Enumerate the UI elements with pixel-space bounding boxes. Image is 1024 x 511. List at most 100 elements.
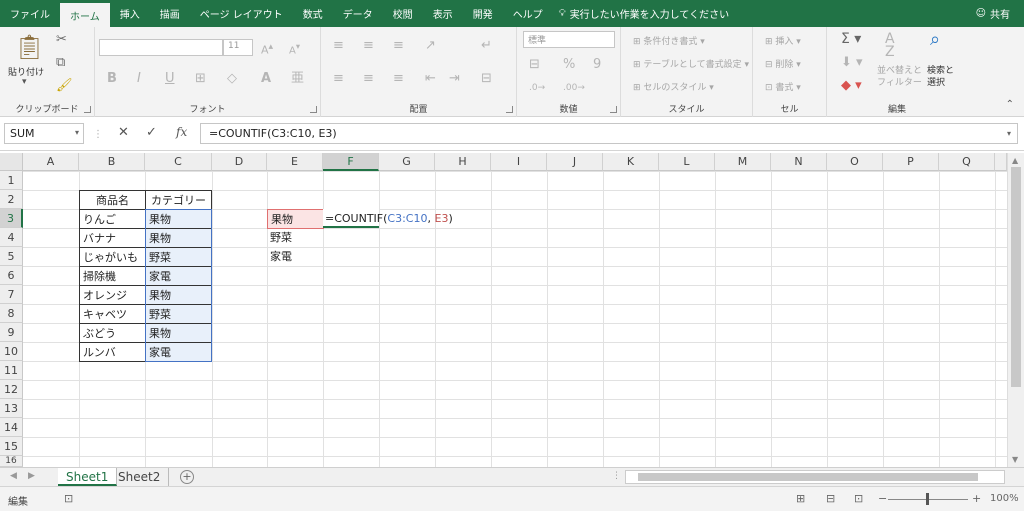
table-cell-category[interactable]: 果物 xyxy=(145,285,212,305)
formula-input[interactable]: =COUNTIF(C3:C10, E3) ▾ xyxy=(200,123,1018,144)
add-sheet-button[interactable]: + xyxy=(180,470,194,484)
row-header-2[interactable]: 2 xyxy=(0,190,23,209)
row-header-12[interactable]: 12 xyxy=(0,380,23,399)
clear-icon[interactable]: ◆ ▾ xyxy=(841,79,862,92)
row-header-4[interactable]: 4 xyxy=(0,228,23,247)
alignment-launcher-icon[interactable] xyxy=(506,106,513,113)
paste-icon[interactable]: 📋︎ xyxy=(14,35,44,59)
find-select-icon[interactable]: ⌕ xyxy=(930,31,940,49)
font-grow-icon[interactable]: A▴ xyxy=(261,40,273,57)
scroll-down-icon[interactable]: ▼ xyxy=(1012,455,1018,464)
name-box-dropdown-icon[interactable]: ▾ xyxy=(75,128,79,137)
merge-center-icon[interactable]: ⊟ xyxy=(481,72,492,85)
table-cell-product[interactable]: 掃除機 xyxy=(79,266,146,286)
row-header-16[interactable]: 16 xyxy=(0,456,23,467)
expand-formula-icon[interactable]: ▾ xyxy=(1007,129,1011,138)
column-header-o[interactable]: O xyxy=(827,153,883,171)
borders-icon[interactable]: ⊞ xyxy=(195,72,206,85)
underline-button[interactable]: U xyxy=(165,72,175,85)
select-all-corner[interactable] xyxy=(0,153,23,171)
align-bottom-icon[interactable]: ≡ xyxy=(393,39,404,52)
column-header-k[interactable]: K xyxy=(603,153,659,171)
increase-indent-icon[interactable]: ⇥ xyxy=(449,72,460,85)
font-shrink-icon[interactable]: A▾ xyxy=(289,40,300,57)
row-header-15[interactable]: 15 xyxy=(0,437,23,456)
find-select-label-2[interactable]: 選択 xyxy=(927,75,945,88)
column-header-e[interactable]: E xyxy=(267,153,323,171)
sort-filter-icon[interactable]: AZ xyxy=(885,32,895,59)
table-header-category[interactable]: カテゴリー xyxy=(145,190,212,210)
column-header-p[interactable]: P xyxy=(883,153,939,171)
sheet-tab-sheet1[interactable]: Sheet1 xyxy=(58,468,118,486)
cell-styles-button[interactable]: ⊞ セルのスタイル ▾ xyxy=(633,80,714,93)
column-header-f[interactable]: F xyxy=(323,153,379,171)
row-header-1[interactable]: 1 xyxy=(0,171,23,190)
next-sheet-icon[interactable]: ▶ xyxy=(28,471,35,481)
table-cell-product[interactable]: りんご xyxy=(79,209,146,229)
align-right-icon[interactable]: ≡ xyxy=(393,72,404,85)
format-as-table-button[interactable]: ⊞ テーブルとして書式設定 ▾ xyxy=(633,57,749,70)
tab-page-layout[interactable]: ページ レイアウト xyxy=(190,0,293,27)
tab-draw[interactable]: 描画 xyxy=(150,0,190,27)
increase-decimal-icon[interactable]: .0→ xyxy=(529,82,545,95)
percent-button[interactable]: % xyxy=(563,58,575,71)
bold-button[interactable]: B xyxy=(107,72,117,85)
table-cell-product[interactable]: キャベツ xyxy=(79,304,146,324)
comma-button[interactable]: 9 xyxy=(593,58,601,71)
column-header-m[interactable]: M xyxy=(715,153,771,171)
align-top-icon[interactable]: ≡ xyxy=(333,39,344,52)
row-header-7[interactable]: 7 xyxy=(0,285,23,304)
row-header-13[interactable]: 13 xyxy=(0,399,23,418)
row-header-10[interactable]: 10 xyxy=(0,342,23,361)
sort-filter-label-2[interactable]: フィルター xyxy=(877,75,922,88)
wrap-text-icon[interactable]: ↵ xyxy=(481,39,492,52)
row-header-8[interactable]: 8 xyxy=(0,304,23,323)
enter-icon[interactable]: ✓ xyxy=(146,125,157,140)
column-header-d[interactable]: D xyxy=(212,153,267,171)
clipboard-launcher-icon[interactable] xyxy=(84,106,91,113)
zoom-in-icon[interactable]: + xyxy=(972,492,981,505)
name-box[interactable]: SUM ▾ xyxy=(4,123,84,144)
format-cells-button[interactable]: ⊡ 書式 ▾ xyxy=(765,80,801,93)
page-break-view-icon[interactable]: ⊡ xyxy=(854,492,863,505)
decrease-indent-icon[interactable]: ⇤ xyxy=(425,72,436,85)
column-header-c[interactable]: C xyxy=(145,153,212,171)
copy-icon[interactable]: ⧉ xyxy=(56,56,65,69)
row-header-14[interactable]: 14 xyxy=(0,418,23,437)
tab-insert[interactable]: 挿入 xyxy=(110,0,150,27)
table-cell-product[interactable]: ぶどう xyxy=(79,323,146,343)
table-cell-product[interactable]: じゃがいも xyxy=(79,247,146,267)
fill-color-icon[interactable]: ◇ xyxy=(227,72,237,85)
criteria-cell-vegetable[interactable]: 野菜 xyxy=(267,228,323,247)
table-cell-category[interactable]: 家電 xyxy=(145,266,212,286)
fill-icon[interactable]: ⬇ ▾ xyxy=(841,56,863,69)
align-center-icon[interactable]: ≡ xyxy=(363,72,374,85)
in-cell-formula[interactable]: =COUNTIF(C3:C10, E3) xyxy=(322,209,453,228)
column-header-j[interactable]: J xyxy=(547,153,603,171)
table-cell-category[interactable]: 果物 xyxy=(145,209,212,229)
tab-split-icon[interactable]: ⋮ xyxy=(612,471,621,481)
tab-help[interactable]: ヘルプ xyxy=(503,0,553,27)
tab-formulas[interactable]: 数式 xyxy=(293,0,333,27)
tab-file[interactable]: ファイル xyxy=(0,0,60,27)
decrease-decimal-icon[interactable]: .00→ xyxy=(563,82,585,95)
insert-cells-button[interactable]: ⊞ 挿入 ▾ xyxy=(765,34,801,47)
table-header-product[interactable]: 商品名 xyxy=(79,190,146,210)
zoom-slider-thumb[interactable] xyxy=(926,493,929,505)
font-launcher-icon[interactable] xyxy=(310,106,317,113)
currency-icon[interactable]: ⊟ xyxy=(529,58,540,71)
row-header-3[interactable]: 3 xyxy=(0,209,23,228)
column-header-i[interactable]: I xyxy=(491,153,547,171)
row-header-11[interactable]: 11 xyxy=(0,361,23,380)
delete-cells-button[interactable]: ⊟ 削除 ▾ xyxy=(765,57,801,70)
table-cell-category[interactable]: 果物 xyxy=(145,228,212,248)
tell-me-box[interactable]: 💡︎ 実行したい作業を入力してください xyxy=(559,0,729,27)
criteria-cell-fruit[interactable]: 果物 xyxy=(267,209,324,229)
insert-function-button[interactable]: fx xyxy=(176,125,187,139)
row-header-5[interactable]: 5 xyxy=(0,247,23,266)
phonetic-icon[interactable]: 亜 xyxy=(291,72,304,85)
tab-review[interactable]: 校閲 xyxy=(383,0,423,27)
horizontal-scrollbar[interactable] xyxy=(625,470,1005,484)
table-cell-product[interactable]: バナナ xyxy=(79,228,146,248)
criteria-cell-appliance[interactable]: 家電 xyxy=(267,247,323,266)
